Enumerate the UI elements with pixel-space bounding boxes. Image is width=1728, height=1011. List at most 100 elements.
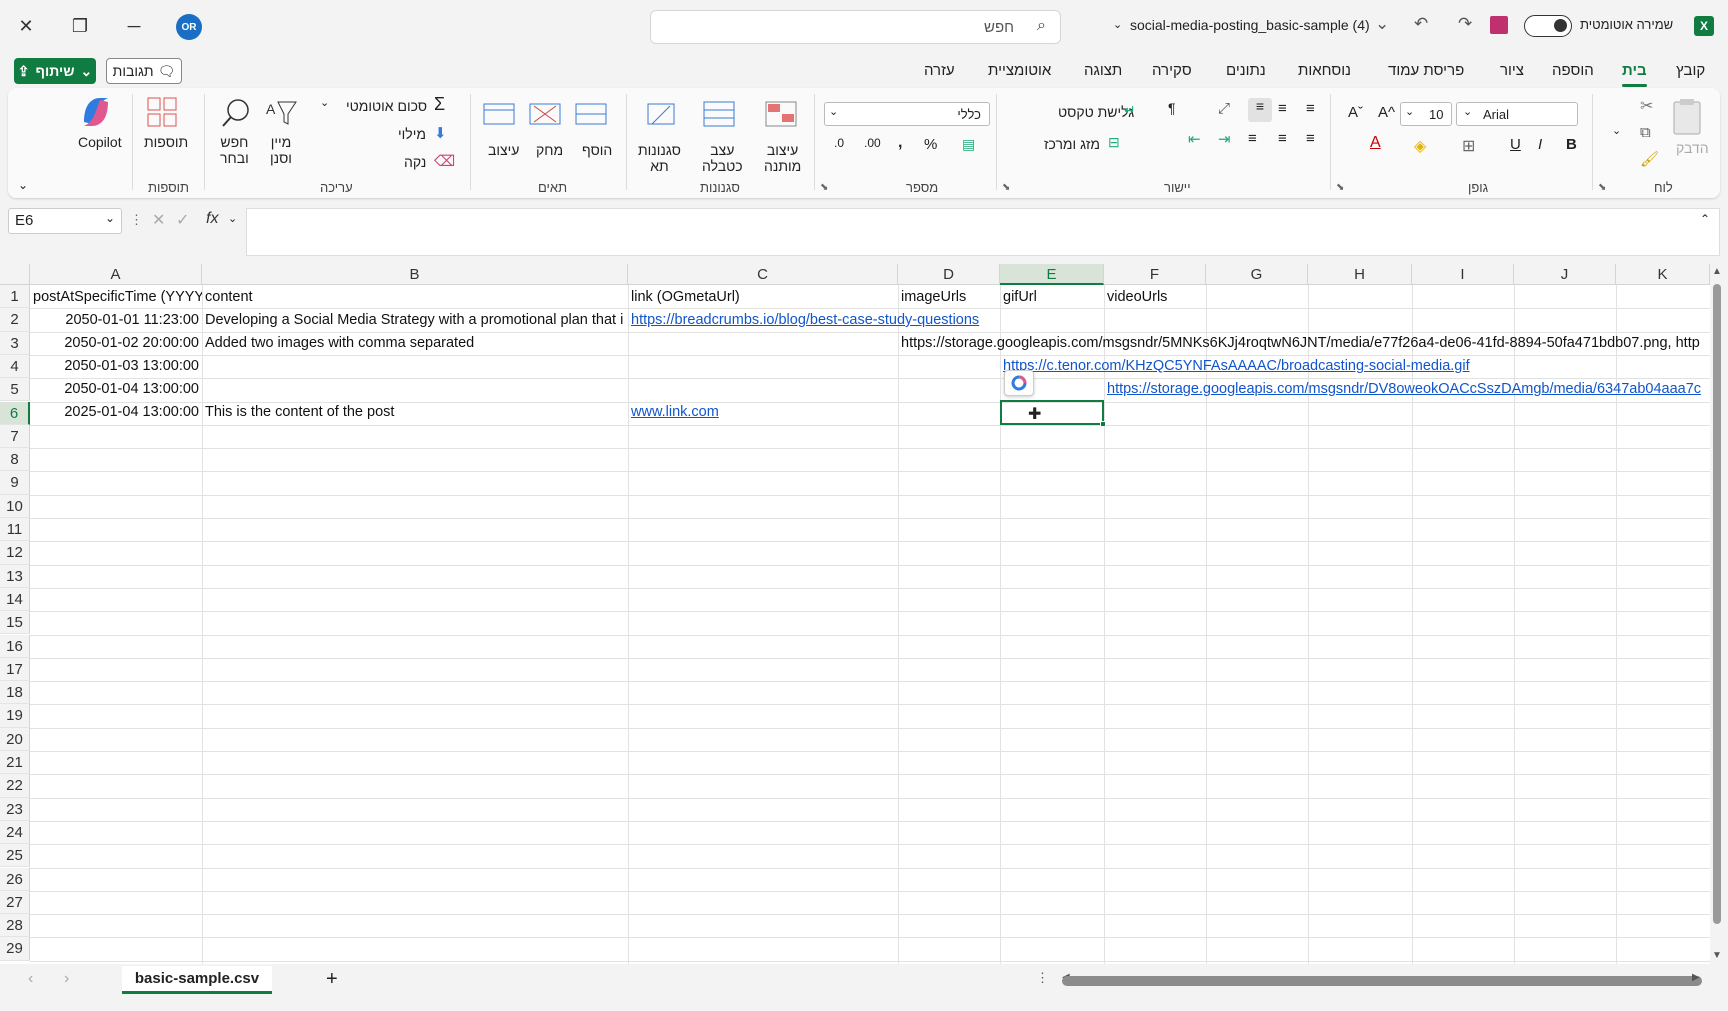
align-left-icon[interactable]: ≡	[1248, 130, 1257, 147]
tab-insert[interactable]: הוספה	[1552, 62, 1594, 79]
clear-icon[interactable]: ⌫	[434, 152, 455, 170]
minimize-window-icon[interactable]: ─	[116, 10, 152, 42]
conditional-formatting-icon[interactable]	[764, 98, 798, 132]
orientation-icon[interactable]: ⤢	[1218, 100, 1230, 117]
row-header-21[interactable]: 21	[0, 751, 30, 775]
fill-color-icon[interactable]: ◈	[1414, 136, 1426, 156]
document-title[interactable]: social-media-posting_basic-sample (4)	[1130, 17, 1370, 33]
name-box[interactable]: E6 ⌄	[8, 208, 122, 234]
cell-e4[interactable]: https://c.tenor.com/KHzQC5YNFAsAAAAC/bro…	[1000, 355, 1480, 378]
cell-styles-icon[interactable]	[644, 98, 678, 132]
next-sheet-icon[interactable]: ›	[64, 970, 69, 988]
underline-button[interactable]: U	[1510, 136, 1521, 153]
grow-font-icon[interactable]: A^	[1378, 104, 1395, 121]
decrease-decimal-icon[interactable]: .00	[864, 136, 881, 150]
copilot-icon[interactable]	[78, 94, 114, 130]
number-launcher-icon[interactable]: ⬊	[820, 182, 828, 193]
clipboard-launcher-icon[interactable]: ⬊	[1598, 182, 1606, 193]
copilot-label[interactable]: Copilot	[78, 134, 122, 150]
borders-icon[interactable]: ⊞	[1462, 136, 1475, 156]
tab-draw[interactable]: ציור	[1500, 62, 1524, 79]
tab-home[interactable]: בית	[1622, 62, 1647, 87]
alignment-launcher-icon[interactable]: ⬊	[1002, 182, 1010, 193]
increase-indent-icon[interactable]: ⇥	[1218, 130, 1231, 148]
scroll-up-icon[interactable]: ▲	[1712, 266, 1722, 277]
tab-review[interactable]: סקירה	[1152, 62, 1192, 79]
row-header-15[interactable]: 15	[0, 611, 30, 635]
tab-page-layout[interactable]: פריסת עמוד	[1388, 62, 1464, 79]
cell-f1[interactable]: videoUrls	[1104, 286, 1206, 309]
tab-formulas[interactable]: נוסחאות	[1298, 62, 1351, 79]
chevron-down-icon[interactable]: ⌄	[320, 96, 329, 109]
scroll-down-icon[interactable]: ▼	[1712, 950, 1722, 961]
shrink-font-icon[interactable]: Aˇ	[1348, 104, 1363, 121]
vertical-scroll-thumb[interactable]	[1713, 284, 1721, 924]
sort-filter-label[interactable]: מיין וסנן	[270, 134, 292, 166]
collapse-ribbon-icon[interactable]: ⌄	[18, 178, 28, 192]
insert-label[interactable]: הוסף	[582, 142, 612, 158]
cell-b3[interactable]: Added two images with comma separated	[202, 332, 628, 355]
increase-decimal-icon[interactable]: .0	[834, 136, 844, 150]
row-header-12[interactable]: 12	[0, 541, 30, 565]
cell-a4[interactable]: 2050-01-03 13:00:00	[30, 355, 202, 378]
cell-c6[interactable]: www.link.com	[628, 401, 898, 424]
delete-cells-icon[interactable]	[528, 98, 562, 132]
copilot-suggestion-button[interactable]	[1004, 370, 1034, 396]
row-header-19[interactable]: 19	[0, 704, 30, 728]
select-all-corner[interactable]	[0, 264, 30, 285]
row-header-16[interactable]: 16	[0, 634, 30, 658]
column-header-d[interactable]: D	[898, 264, 1000, 285]
row-header-2[interactable]: 2	[0, 308, 30, 332]
find-select-icon[interactable]	[220, 96, 254, 130]
cell-a5[interactable]: 2050-01-04 13:00:00	[30, 378, 202, 401]
merge-icon[interactable]: ⊟	[1108, 134, 1120, 151]
clear-label[interactable]: נקה	[404, 154, 426, 170]
cell-d1[interactable]: imageUrls	[898, 286, 1000, 309]
font-name-select[interactable]: Arial ⌄	[1456, 102, 1578, 126]
row-header-18[interactable]: 18	[0, 681, 30, 705]
row-header-24[interactable]: 24	[0, 820, 30, 845]
accounting-format-icon[interactable]: ▤	[962, 136, 975, 153]
row-header-13[interactable]: 13	[0, 564, 30, 588]
cell-b2[interactable]: Developing a Social Media Strategy with …	[202, 309, 628, 332]
cancel-icon[interactable]: ✕	[152, 210, 165, 230]
row-header-9[interactable]: 9	[0, 471, 30, 495]
column-header-f[interactable]: F	[1104, 264, 1206, 285]
row-header-20[interactable]: 20	[0, 727, 30, 751]
row-header-10[interactable]: 10	[0, 494, 30, 518]
autosave-toggle[interactable]	[1524, 15, 1572, 37]
tab-data[interactable]: נתונים	[1226, 62, 1266, 79]
merge-center-label[interactable]: מזג ומרכז	[1044, 136, 1100, 152]
row-header-14[interactable]: 14	[0, 587, 30, 612]
column-header-e[interactable]: E	[1000, 264, 1104, 285]
insert-function-icon[interactable]: fx	[206, 210, 218, 228]
align-top-icon[interactable]: ≡	[1306, 100, 1315, 117]
find-select-label[interactable]: חפש ובחר	[220, 134, 249, 166]
comma-style-icon[interactable]: ,	[898, 134, 902, 152]
cell-c2[interactable]: https://breadcrumbs.io/blog/best-case-st…	[628, 309, 998, 332]
autosum-icon[interactable]: Σ	[434, 94, 445, 115]
restore-window-icon[interactable]: ❐	[62, 10, 98, 42]
column-header-i[interactable]: I	[1412, 264, 1514, 285]
customize-qat-icon[interactable]: ⌄	[1375, 14, 1389, 34]
font-size-select[interactable]: 10 ⌄	[1400, 102, 1452, 126]
wrap-text-label[interactable]: גלישת טקסט	[1058, 104, 1134, 120]
copy-icon[interactable]: ⧉	[1640, 124, 1651, 141]
format-label[interactable]: עיצוב	[488, 142, 519, 158]
sort-filter-icon[interactable]: A	[264, 96, 298, 130]
row-header-25[interactable]: 25	[0, 844, 30, 868]
redo-icon[interactable]: ↷	[1458, 14, 1472, 34]
cell-a6[interactable]: 2025-01-04 13:00:00	[30, 401, 202, 424]
row-header-1[interactable]: 1	[0, 285, 30, 309]
tab-automate[interactable]: אוטומציית	[988, 62, 1051, 79]
row-header-3[interactable]: 3	[0, 331, 30, 355]
column-header-g[interactable]: G	[1206, 264, 1308, 285]
row-header-5[interactable]: 5	[0, 378, 30, 402]
paste-icon[interactable]	[1668, 98, 1708, 138]
row-header-8[interactable]: 8	[0, 448, 30, 472]
tab-view[interactable]: תצוגה	[1084, 62, 1122, 79]
addins-label[interactable]: תוספות	[144, 134, 188, 150]
title-chevron-icon[interactable]: ⌄	[1113, 18, 1122, 31]
format-as-table-label[interactable]: עצב כטבלה	[702, 142, 743, 174]
autosum-label[interactable]: סכום אוטומטי	[346, 98, 427, 114]
